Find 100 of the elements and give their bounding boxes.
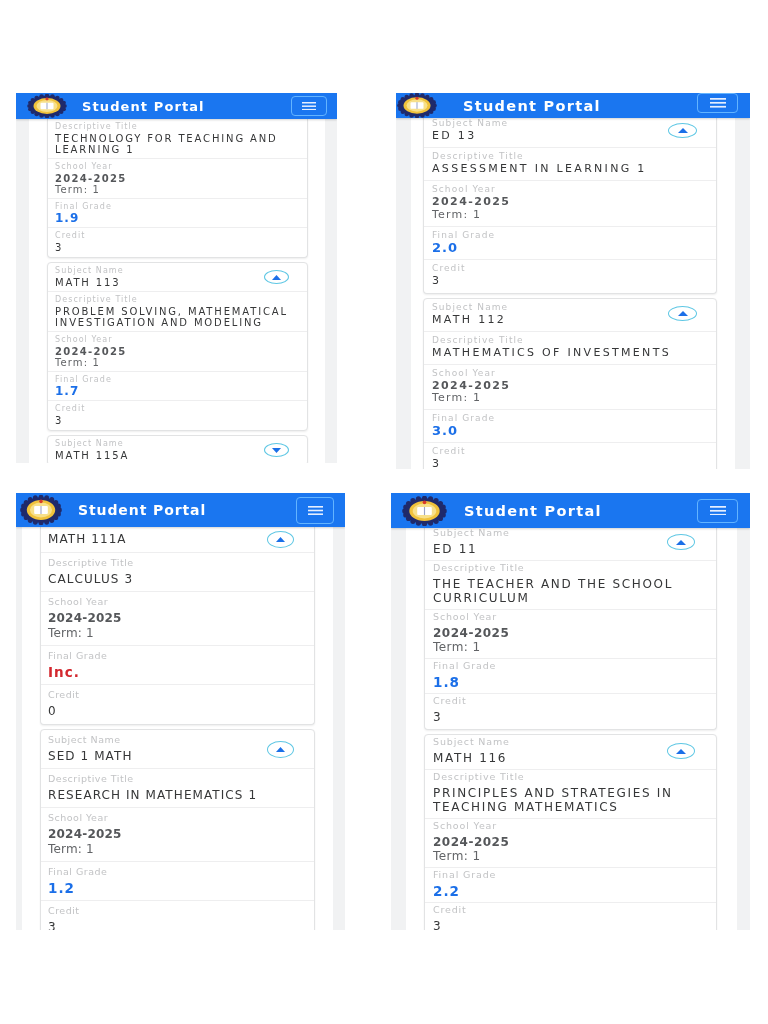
caret-up-icon	[676, 539, 686, 545]
school-year: 2024-2025	[48, 827, 122, 842]
menu-button[interactable]	[697, 93, 738, 113]
descriptive-title: PROBLEM SOLVING, MATHEMATICAL INVESTIGATION AND MODELING	[55, 306, 289, 328]
toggle-button[interactable]	[267, 740, 294, 758]
field-label: Descriptive Title	[433, 563, 525, 573]
field-label: Final Grade	[433, 661, 497, 671]
credit-value: 3	[55, 242, 64, 253]
field-label: Descriptive Title	[48, 557, 134, 568]
final-grade: 1.8	[433, 675, 460, 689]
final-grade: 3.0	[432, 425, 459, 438]
credit-value: 3	[432, 274, 442, 287]
field-label: Final Grade	[432, 229, 496, 240]
school-year: 2024-2025	[55, 173, 127, 184]
field-label: Credit	[55, 231, 86, 240]
menu-icon	[709, 98, 726, 108]
menu-button[interactable]	[296, 496, 334, 524]
final-grade: 2.0	[432, 241, 459, 254]
subject-name: MATH 116	[433, 751, 508, 765]
caret-up-icon	[272, 274, 281, 280]
toggle-button[interactable]	[667, 534, 695, 550]
field-label: Descriptive Title	[432, 334, 524, 345]
toggle-button[interactable]	[668, 306, 697, 322]
descriptive-title: ASSESSMENT IN LEARNING 1	[432, 163, 647, 176]
term-text: Term: 1	[433, 640, 481, 654]
field-label: Credit	[48, 905, 80, 916]
credit-value: 3	[432, 458, 442, 469]
toggle-button[interactable]	[667, 743, 695, 759]
credit-value: 3	[433, 919, 443, 930]
term-text: Term: 1	[48, 626, 94, 641]
toggle-button[interactable]	[264, 443, 289, 457]
menu-button[interactable]	[291, 96, 327, 116]
descriptive-title: PRINCIPLES AND STRATEGIES IN TEACHING MATHEMATICS	[433, 786, 674, 814]
final-grade: 1.7	[55, 386, 80, 397]
toggle-button[interactable]	[668, 122, 697, 138]
term-text: Term: 1	[55, 357, 100, 368]
field-label: Descriptive Title	[433, 772, 525, 782]
credit-value: 0	[48, 704, 57, 719]
school-year: 2024-2025	[55, 346, 127, 357]
school-year: 2024-2025	[48, 611, 122, 626]
field-label: Subject Name	[55, 439, 124, 448]
descriptive-title: THE TEACHER AND THE SCHOOL CURRICULUM	[433, 577, 675, 605]
seal-logo	[402, 495, 447, 526]
field-label: Credit	[55, 404, 86, 413]
field-label: Descriptive Title	[432, 151, 524, 161]
final-grade: 1.9	[55, 213, 80, 224]
menu-icon	[307, 505, 323, 515]
app-title: Student Portal	[78, 502, 207, 518]
field-label: Credit	[433, 696, 467, 706]
descriptive-title: MATHEMATICS OF INVESTMENTS	[432, 346, 671, 359]
term-text: Term: 1	[433, 849, 481, 863]
field-label: Final Grade	[432, 413, 496, 423]
final-grade: 2.2	[433, 884, 460, 898]
menu-icon	[302, 101, 316, 111]
field-label: School Year	[433, 821, 498, 831]
school-year: 2024-2025	[432, 196, 511, 209]
caret-up-icon	[677, 127, 688, 133]
caret-up-icon	[676, 748, 686, 754]
menu-icon	[709, 505, 726, 516]
field-label: Subject Name	[433, 528, 510, 538]
app-title: Student Portal	[82, 98, 205, 114]
caret-up-icon	[677, 311, 688, 317]
descriptive-title: CALCULUS 3	[48, 572, 134, 587]
subject-name: MATH 112	[432, 313, 507, 326]
field-label: Subject Name	[48, 734, 121, 745]
toggle-button[interactable]	[264, 270, 289, 284]
descriptive-title: RESEARCH IN MATHEMATICS 1	[48, 788, 258, 803]
field-label: Credit	[432, 446, 466, 456]
field-label: Credit	[433, 905, 467, 915]
field-label: Descriptive Title	[55, 295, 138, 304]
credit-value: 3	[55, 415, 64, 426]
final-grade: 1.2	[48, 881, 75, 896]
field-label: Descriptive Title	[55, 122, 138, 131]
school-year: 2024-2025	[433, 835, 510, 849]
app-title: Student Portal	[464, 502, 602, 519]
field-label: Subject Name	[433, 737, 510, 747]
term-text: Term: 1	[55, 184, 100, 195]
school-year: 2024-2025	[433, 626, 510, 640]
caret-down-icon	[272, 447, 281, 453]
term-text: Term: 1	[48, 842, 94, 857]
subject-name: MATH 111A	[48, 532, 127, 547]
subject-name: MATH 115A	[55, 450, 130, 461]
subject-name: SED 1 MATH	[48, 749, 133, 764]
caret-up-icon	[276, 537, 285, 542]
credit-value: 3	[433, 710, 443, 724]
field-label: Credit	[432, 262, 466, 273]
descriptive-title: TECHNOLOGY FOR TEACHING AND LEARNING 1	[55, 133, 279, 155]
school-year: 2024-2025	[432, 379, 511, 392]
subject-name: MATH 113	[55, 277, 121, 288]
term-text: Term: 1	[432, 208, 482, 221]
field-label: Subject Name	[432, 301, 509, 312]
subject-name: ED 11	[433, 542, 478, 556]
app-title: Student Portal	[463, 97, 601, 114]
toggle-button[interactable]	[267, 531, 294, 548]
field-label: Subject Name	[432, 118, 509, 128]
field-label: Descriptive Title	[48, 773, 134, 784]
seal-logo	[20, 495, 62, 525]
field-label: Credit	[48, 689, 80, 700]
menu-button[interactable]	[697, 498, 738, 523]
term-text: Term: 1	[432, 392, 482, 405]
